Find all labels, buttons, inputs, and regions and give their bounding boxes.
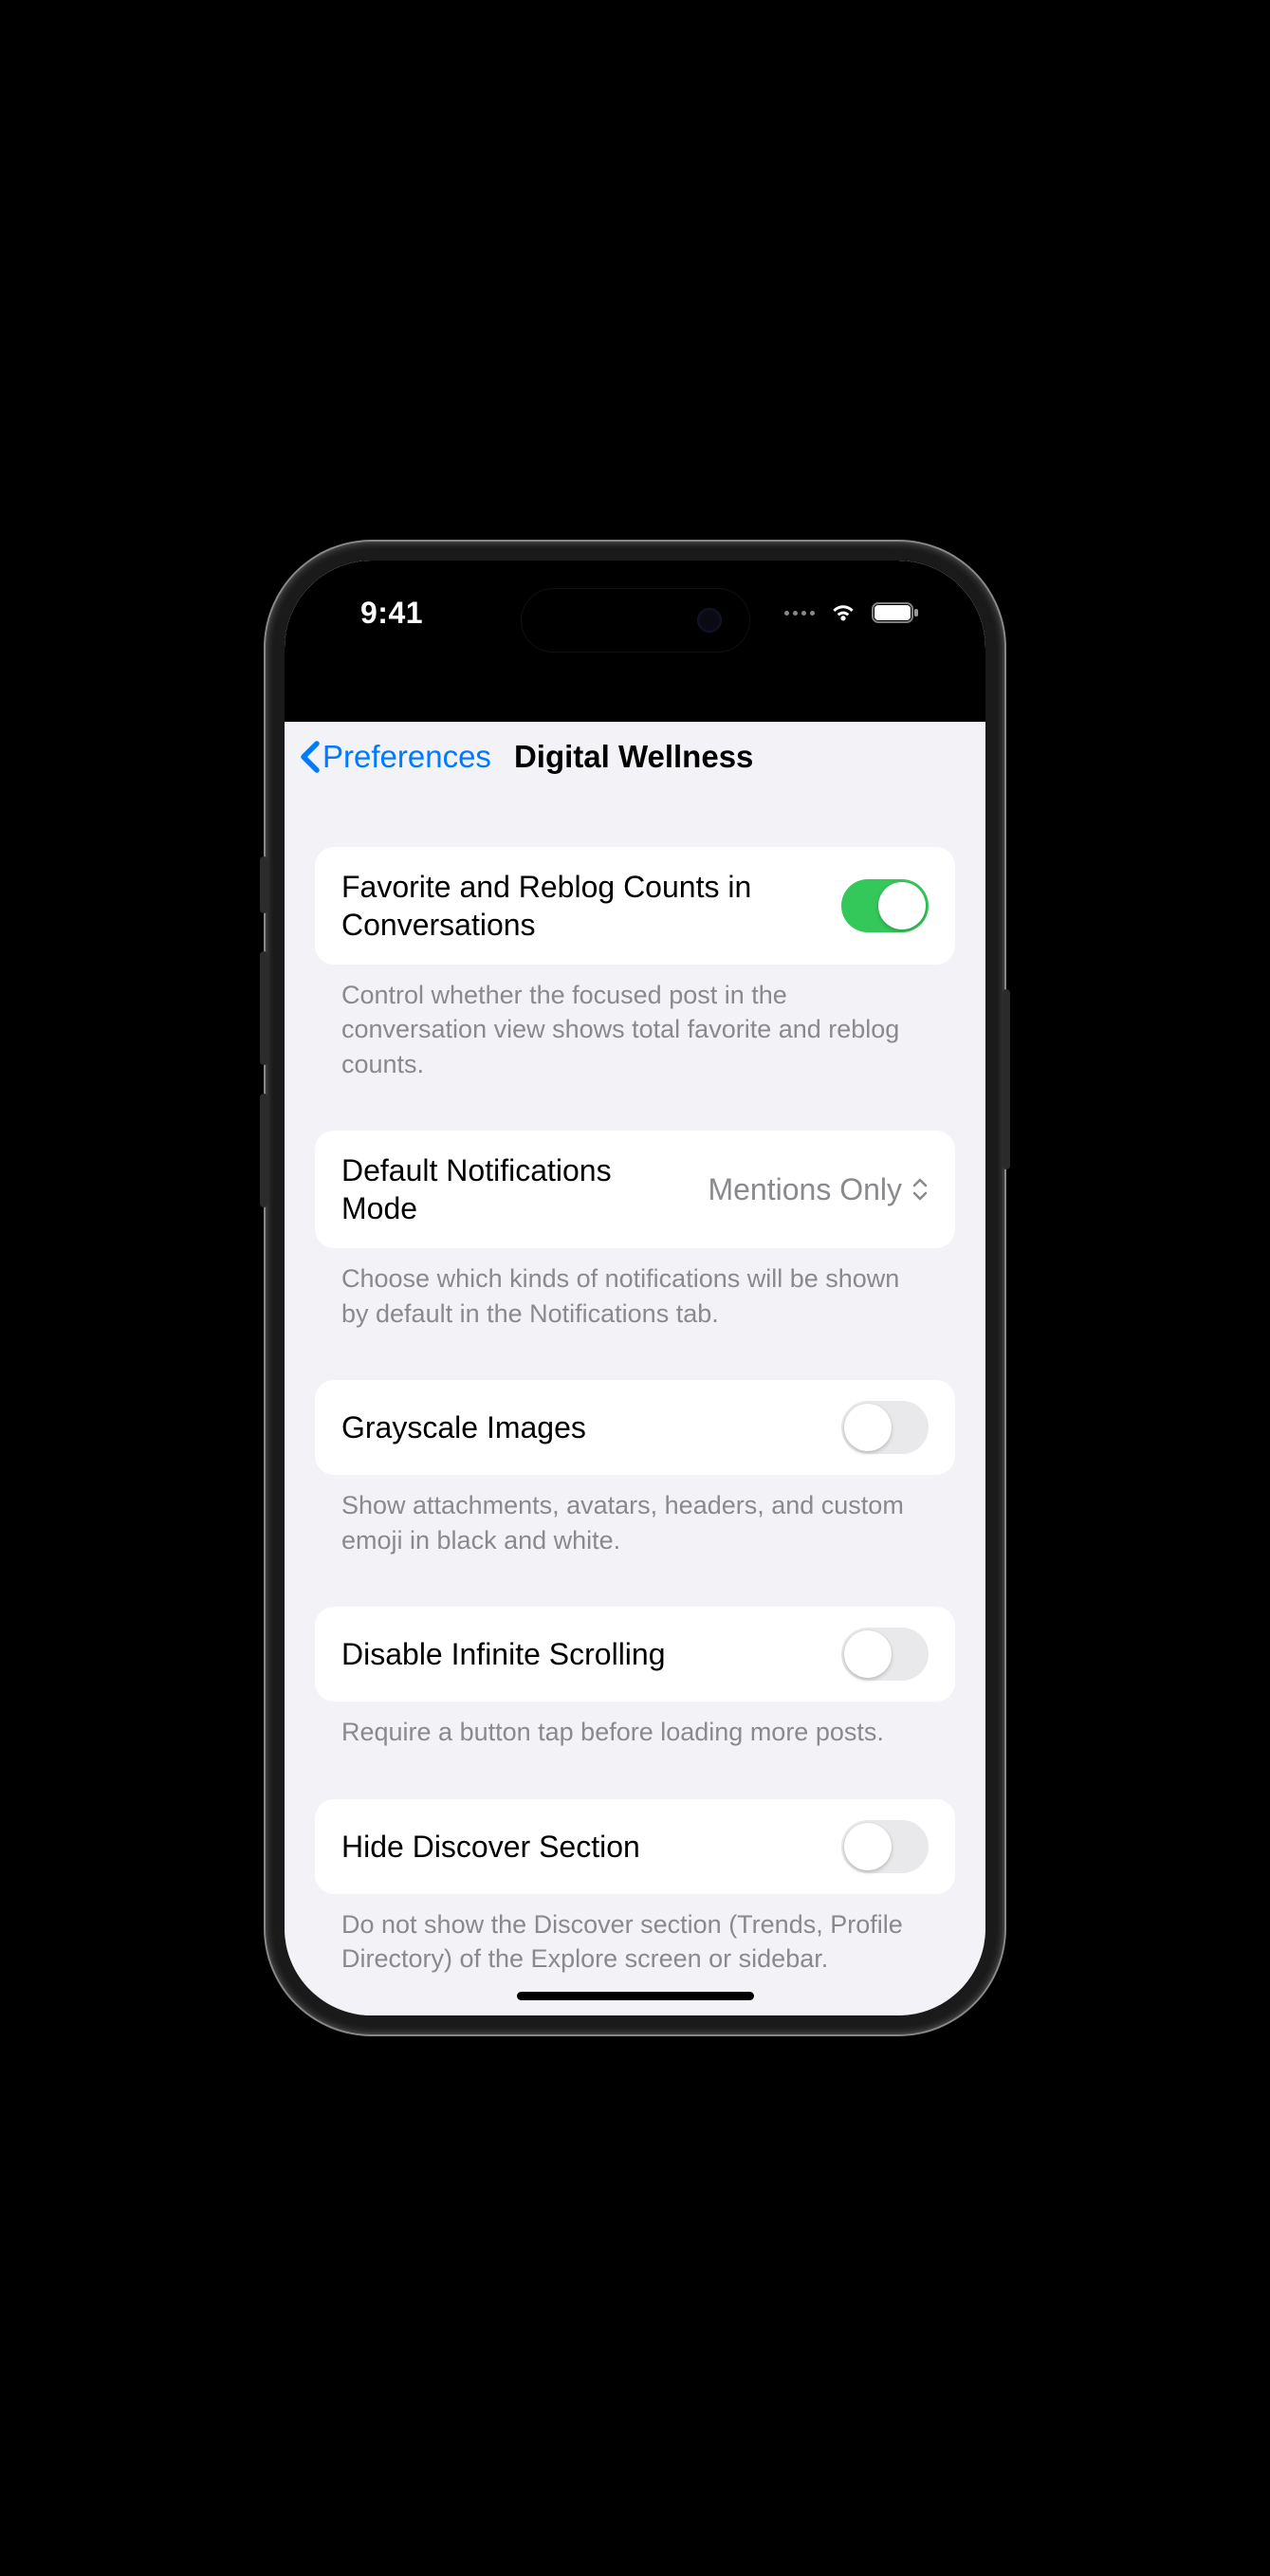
section-grayscale: Grayscale Images Show attachments, avata… xyxy=(315,1380,955,1557)
content: Favorite and Reblog Counts in Conversati… xyxy=(285,790,985,1976)
row-footer: Require a button tap before loading more… xyxy=(315,1702,955,1749)
picker-value-label: Mentions Only xyxy=(708,1172,902,1207)
volume-up-button xyxy=(260,951,267,1065)
row-footer: Control whether the focused post in the … xyxy=(315,965,955,1081)
toggle-grayscale[interactable] xyxy=(841,1401,929,1454)
picker-value: Mentions Only xyxy=(708,1172,929,1207)
volume-down-button xyxy=(260,1094,267,1207)
toggle-fav-reblog[interactable] xyxy=(841,879,929,932)
row-title: Disable Infinite Scrolling xyxy=(341,1635,822,1673)
nav-bar: Preferences Digital Wellness xyxy=(285,722,985,790)
home-indicator[interactable] xyxy=(517,1992,754,2000)
status-time: 9:41 xyxy=(360,596,423,631)
front-camera-icon xyxy=(697,608,722,633)
toggle-knob xyxy=(844,1404,892,1451)
page-title: Digital Wellness xyxy=(514,739,753,775)
toggle-infinite[interactable] xyxy=(841,1628,929,1681)
status-icons xyxy=(784,601,919,624)
section-discover: Hide Discover Section Do not show the Di… xyxy=(315,1799,955,1977)
section-notif-mode: Default Notifications Mode Mentions Only… xyxy=(315,1131,955,1331)
silent-switch xyxy=(260,856,267,913)
battery-icon xyxy=(872,601,919,624)
cellular-dots-icon xyxy=(784,611,815,616)
row-footer: Show attachments, avatars, headers, and … xyxy=(315,1475,955,1557)
power-button xyxy=(1003,989,1010,1169)
row-title: Grayscale Images xyxy=(341,1408,822,1446)
chevron-left-icon xyxy=(298,740,321,774)
toggle-knob xyxy=(844,1630,892,1678)
section-infinite: Disable Infinite Scrolling Require a but… xyxy=(315,1607,955,1749)
row-title: Hide Discover Section xyxy=(341,1828,822,1866)
row-notif-mode[interactable]: Default Notifications Mode Mentions Only xyxy=(315,1131,955,1248)
wifi-icon xyxy=(828,601,858,624)
toggle-discover[interactable] xyxy=(841,1820,929,1873)
chevron-up-down-icon xyxy=(911,1176,929,1203)
row-grayscale: Grayscale Images xyxy=(315,1380,955,1475)
row-discover: Hide Discover Section xyxy=(315,1799,955,1894)
row-infinite: Disable Infinite Scrolling xyxy=(315,1607,955,1702)
row-title: Favorite and Reblog Counts in Conversati… xyxy=(341,868,822,944)
section-fav-reblog: Favorite and Reblog Counts in Conversati… xyxy=(315,847,955,1081)
settings-modal: Preferences Digital Wellness Favorite an… xyxy=(285,722,985,2015)
back-button[interactable]: Preferences xyxy=(298,739,491,775)
row-footer: Do not show the Discover section (Trends… xyxy=(315,1894,955,1977)
row-fav-reblog: Favorite and Reblog Counts in Conversati… xyxy=(315,847,955,965)
screen: 9:41 Pref xyxy=(285,561,985,2015)
back-label: Preferences xyxy=(322,739,491,775)
phone-frame: 9:41 Pref xyxy=(267,543,1003,2033)
toggle-knob xyxy=(844,1823,892,1870)
row-title: Default Notifications Mode xyxy=(341,1151,689,1227)
toggle-knob xyxy=(878,882,926,929)
row-footer: Choose which kinds of notifications will… xyxy=(315,1248,955,1331)
